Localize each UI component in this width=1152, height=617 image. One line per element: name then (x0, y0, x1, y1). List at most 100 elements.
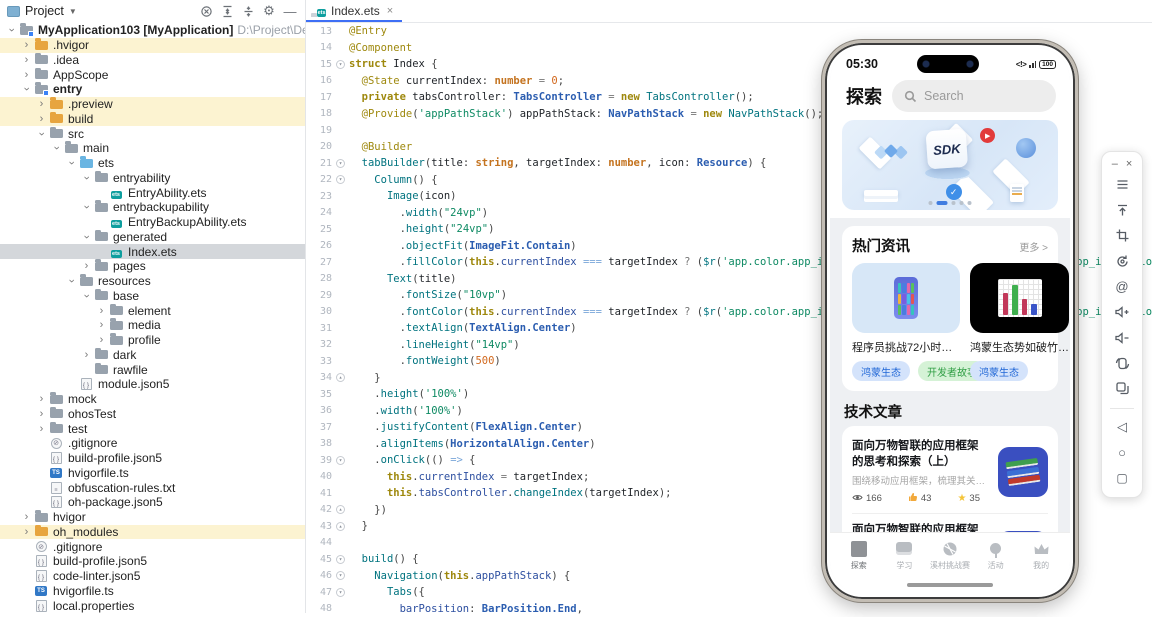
tree-row[interactable]: ›.preview (0, 97, 305, 112)
search-input[interactable]: Search (892, 80, 1056, 112)
chevron-expanded-icon[interactable]: › (81, 171, 93, 184)
tree-row[interactable]: { }build-profile.json5 (0, 451, 305, 466)
tree-row[interactable]: ›entryability (0, 171, 305, 186)
hot-news-card[interactable]: 程序员挑战72小时…鸿蒙生态开发者故事 (852, 263, 960, 381)
chevron-collapsed-icon[interactable]: › (20, 69, 33, 81)
tree-row[interactable]: ≡obfuscation-rules.txt (0, 480, 305, 495)
tree-row[interactable]: ›media (0, 318, 305, 333)
article-row[interactable]: 面向万物智联的应用框架的思考和探索（上）围绕移动应用框架，梳理其关键发展…166… (852, 430, 1048, 513)
tree-row[interactable]: ›MyApplication103 [MyApplication] D:\Pro… (0, 23, 305, 38)
chevron-collapsed-icon[interactable]: › (35, 98, 48, 110)
tree-row[interactable]: ›base (0, 289, 305, 304)
fold-marker-icon[interactable]: ▾ (332, 456, 349, 465)
expand-all-button[interactable] (219, 3, 235, 19)
fold-marker-icon[interactable]: ▾ (332, 175, 349, 184)
menu-button[interactable] (1102, 172, 1142, 198)
tab-mine[interactable]: 我的 (1018, 540, 1064, 594)
tree-row[interactable]: ›dark (0, 348, 305, 363)
chevron-expanded-icon[interactable]: › (21, 83, 33, 96)
chevron-expanded-icon[interactable]: › (81, 201, 93, 214)
carousel-dot[interactable] (960, 201, 964, 205)
fold-marker-icon[interactable]: ▾ (332, 571, 349, 580)
fold-marker-icon[interactable]: ▴ (332, 522, 349, 531)
tree-row[interactable]: ›mock (0, 392, 305, 407)
tree-row[interactable]: TShvigorfile.ts (0, 584, 305, 599)
fold-marker-icon[interactable]: ▾ (332, 555, 349, 564)
tag-pill[interactable]: 鸿蒙生态 (970, 361, 1028, 381)
tree-row[interactable]: { }local.properties (0, 598, 305, 613)
home-button[interactable]: ○ (1102, 440, 1142, 466)
chevron-collapsed-icon[interactable]: › (20, 39, 33, 51)
rotate-button[interactable] (1102, 351, 1142, 377)
tree-row[interactable]: ›resources (0, 274, 305, 289)
back-button[interactable]: ◁ (1102, 415, 1142, 441)
tree-row[interactable]: ›src (0, 126, 305, 141)
tree-row[interactable]: TShvigorfile.ts (0, 466, 305, 481)
chevron-expanded-icon[interactable]: › (81, 289, 93, 302)
fold-marker-icon[interactable]: ▾ (332, 60, 349, 69)
home-indicator[interactable] (907, 583, 993, 587)
fold-marker-icon[interactable]: ▾ (332, 588, 349, 597)
tree-row[interactable]: ›entry (0, 82, 305, 97)
tree-row[interactable]: ›test (0, 421, 305, 436)
chevron-expanded-icon[interactable]: › (66, 275, 78, 288)
hot-news-card[interactable]: 鸿蒙生态势如破竹… 鸿蒙生态 (970, 263, 1069, 381)
settings-gear-icon[interactable]: ⚙ (261, 3, 277, 19)
tree-row[interactable]: ›AppScope (0, 67, 305, 82)
fold-marker-icon[interactable]: ▴ (332, 373, 349, 382)
volume-down-button[interactable] (1102, 325, 1142, 351)
tree-row[interactable]: ›ets (0, 156, 305, 171)
restart-button[interactable] (1102, 249, 1142, 275)
chevron-collapsed-icon[interactable]: › (35, 408, 48, 420)
tree-row[interactable]: ›oh_modules (0, 525, 305, 540)
banner-carousel[interactable]: SDK ▶ ✓ (842, 120, 1058, 210)
chevron-collapsed-icon[interactable]: › (95, 334, 108, 346)
at-sign-button[interactable]: @ (1102, 274, 1142, 300)
tree-row[interactable]: rawfile (0, 362, 305, 377)
project-panel-title[interactable]: Project (25, 4, 64, 18)
tree-row[interactable]: ›generated (0, 230, 305, 245)
tree-row[interactable]: ›hvigor (0, 510, 305, 525)
tree-row[interactable]: ›main (0, 141, 305, 156)
tree-row[interactable]: ›entrybackupability (0, 200, 305, 215)
code-line[interactable]: 48 barPosition: BarPosition.End, (306, 601, 1152, 617)
hot-news-more-link[interactable]: 更多 > (1019, 239, 1048, 254)
tree-row[interactable]: ›.hvigor (0, 38, 305, 53)
chevron-expanded-icon[interactable]: › (66, 157, 78, 170)
tree-row[interactable]: etsEntryAbility.ets (0, 185, 305, 200)
code-line[interactable]: 13@Entry (306, 23, 1152, 40)
recents-button[interactable]: ▢ (1102, 466, 1142, 492)
carousel-dot[interactable] (968, 201, 972, 205)
carousel-dot[interactable] (929, 201, 933, 205)
chevron-expanded-icon[interactable]: › (51, 142, 63, 155)
tree-row[interactable]: { }oh-package.json5 (0, 495, 305, 510)
tag-pill[interactable]: 鸿蒙生态 (852, 361, 910, 381)
hide-panel-button[interactable]: — (282, 3, 298, 19)
tree-row[interactable]: ›.idea (0, 53, 305, 68)
hot-news-card-title[interactable]: 程序员挑战72小时… (852, 339, 960, 355)
phone-illustration[interactable] (852, 263, 960, 333)
hot-news-card-title[interactable]: 鸿蒙生态势如破竹… (970, 339, 1069, 355)
chevron-collapsed-icon[interactable]: › (80, 260, 93, 272)
carousel-dot-active[interactable] (937, 201, 948, 205)
multi-window-button[interactable] (1102, 376, 1142, 402)
tree-row[interactable]: ›pages (0, 259, 305, 274)
chevron-collapsed-icon[interactable]: › (35, 423, 48, 435)
fold-marker-icon[interactable]: ▴ (332, 505, 349, 514)
volume-up-button[interactable] (1102, 300, 1142, 326)
tree-row[interactable]: { }code-linter.json5 (0, 569, 305, 584)
chevron-expanded-icon[interactable]: › (6, 24, 18, 37)
chevron-expanded-icon[interactable]: › (36, 127, 48, 140)
toolbar-minimize-button[interactable]: – (1112, 158, 1118, 170)
tree-row[interactable]: { }build-profile.json5 (0, 554, 305, 569)
tree-row[interactable]: etsEntryBackupAbility.ets (0, 215, 305, 230)
article-title[interactable]: 面向万物智联的应用框架的思考和探索（上） (852, 438, 988, 470)
collapse-all-button[interactable] (240, 3, 256, 19)
scroll-top-button[interactable] (1102, 198, 1142, 224)
chevron-collapsed-icon[interactable]: › (20, 526, 33, 538)
carousel-dots[interactable] (929, 201, 972, 205)
chevron-collapsed-icon[interactable]: › (95, 305, 108, 317)
close-tab-icon[interactable]: × (387, 5, 393, 17)
tree-row[interactable]: ›ohosTest (0, 407, 305, 422)
chevron-collapsed-icon[interactable]: › (35, 393, 48, 405)
